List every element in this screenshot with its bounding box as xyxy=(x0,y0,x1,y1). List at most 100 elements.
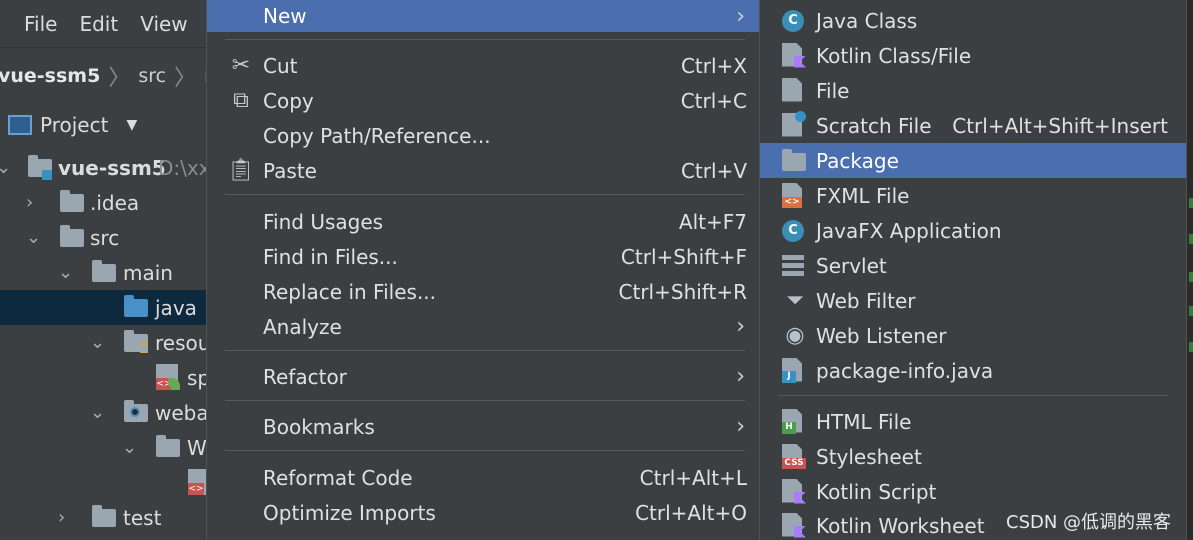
menu-item-bookmarks[interactable]: Bookmarks › xyxy=(207,409,759,444)
submenu-item-package[interactable]: Package xyxy=(760,143,1186,178)
menu-item-shortcut: Ctrl+Alt+L xyxy=(639,465,747,490)
tree-item-java[interactable]: java xyxy=(0,290,210,325)
gutter-marker xyxy=(1189,306,1193,316)
menu-item-refactor[interactable]: Refactor › xyxy=(207,359,759,394)
submenu-item-label: Servlet xyxy=(816,253,887,278)
tree-item-label: .idea xyxy=(90,190,140,215)
css-file-icon: CSS xyxy=(782,443,808,470)
tree-item-spring-xml[interactable]: sp xyxy=(0,360,210,395)
menu-item-cut[interactable]: ✂ Cut Ctrl+X xyxy=(207,48,759,83)
tree-item-path: D:\xx xyxy=(158,155,210,180)
menu-edit[interactable]: Edit xyxy=(79,12,118,36)
submenu-item-kotlin-script[interactable]: Kotlin Script xyxy=(760,474,1186,509)
tree-item-label: vue-ssm5 xyxy=(58,155,166,180)
submenu-item-label: HTML File xyxy=(816,409,912,434)
menu-item-label: Copy xyxy=(263,88,314,113)
submenu-item-label: Kotlin Script xyxy=(816,479,937,504)
tree-item-main[interactable]: ⌄ main xyxy=(0,255,210,290)
submenu-item-stylesheet[interactable]: CSS Stylesheet xyxy=(760,439,1186,474)
package-icon xyxy=(782,148,808,174)
chevron-right-icon: › xyxy=(736,414,745,439)
menu-item-shortcut: Ctrl+Shift+R xyxy=(618,279,747,304)
folder-icon xyxy=(60,190,84,212)
menu-item-find-usages[interactable]: Find Usages Alt+F7 xyxy=(207,204,759,239)
chevron-right-icon[interactable]: › xyxy=(26,192,33,213)
menu-view[interactable]: View xyxy=(140,12,187,36)
submenu-item-label: Kotlin Class/File xyxy=(816,43,972,68)
chevron-down-icon[interactable]: ⌄ xyxy=(122,437,137,458)
menu-item-shortcut: Ctrl+Alt+O xyxy=(635,500,747,525)
gutter-marker xyxy=(1189,342,1193,352)
menu-item-label: Replace in Files... xyxy=(263,279,437,304)
tree-item-project-root[interactable]: ⌄ vue-ssm5 D:\xx xyxy=(0,150,210,185)
folder-icon xyxy=(156,435,180,457)
menu-item-reformat-code[interactable]: Reformat Code Ctrl+Alt+L xyxy=(207,460,759,495)
menu-item-find-in-files[interactable]: Find in Files... Ctrl+Shift+F xyxy=(207,239,759,274)
menu-separator xyxy=(225,39,745,40)
submenu-item-file[interactable]: File xyxy=(760,73,1186,108)
submenu-item-html-file[interactable]: H HTML File xyxy=(760,404,1186,439)
submenu-item-scratch-file[interactable]: Scratch File Ctrl+Alt+Shift+Insert xyxy=(760,108,1186,143)
submenu-item-label: Web Listener xyxy=(816,323,947,348)
scratch-file-icon xyxy=(782,110,808,139)
menu-item-paste[interactable]: 📋︎ Paste Ctrl+V xyxy=(207,153,759,188)
chevron-down-icon[interactable]: ⌄ xyxy=(0,157,11,178)
menu-item-label: Bookmarks xyxy=(263,414,375,439)
filter-icon: ⏷ xyxy=(786,287,804,313)
tree-item-test[interactable]: › test xyxy=(0,500,210,535)
menu-item-copy[interactable]: ⧉ Copy Ctrl+C xyxy=(207,83,759,118)
copy-icon: ⧉ xyxy=(233,88,249,113)
chevron-down-icon[interactable]: ⌄ xyxy=(58,262,73,283)
submenu-item-kotlin-class[interactable]: Kotlin Class/File xyxy=(760,38,1186,73)
menu-item-new[interactable]: New › xyxy=(207,0,759,32)
tree-item-label: resou xyxy=(155,330,210,355)
tree-item-idea[interactable]: › .idea xyxy=(0,185,210,220)
file-icon xyxy=(782,77,808,104)
context-menu: New › ✂ Cut Ctrl+X ⧉ Copy Ctrl+C Copy Pa… xyxy=(206,0,760,540)
submenu-item-shortcut: Ctrl+Alt+Shift+Insert xyxy=(952,113,1168,138)
kotlin-worksheet-icon xyxy=(782,512,808,539)
project-tree: ⌄ vue-ssm5 D:\xx › .idea ⌄ src ⌄ main ja… xyxy=(0,146,210,540)
breadcrumb-src[interactable]: src xyxy=(132,65,172,87)
menu-item-analyze[interactable]: Analyze › xyxy=(207,309,759,344)
menu-item-label: Find Usages xyxy=(263,209,384,234)
submenu-item-web-filter[interactable]: ⏷ Web Filter xyxy=(760,283,1186,318)
gutter-marker xyxy=(1189,234,1193,244)
menu-item-label: Cut xyxy=(263,53,298,78)
submenu-item-package-info[interactable]: J package-info.java xyxy=(760,353,1186,388)
submenu-item-servlet[interactable]: Servlet xyxy=(760,248,1186,283)
caret-down-icon[interactable]: ▼ xyxy=(126,117,137,133)
menu-item-copy-path[interactable]: Copy Path/Reference... xyxy=(207,118,759,153)
tree-item-webapp[interactable]: ⌄ weba xyxy=(0,395,210,430)
menu-item-replace-in-files[interactable]: Replace in Files... Ctrl+Shift+R xyxy=(207,274,759,309)
submenu-item-web-listener[interactable]: ◉ Web Listener xyxy=(760,318,1186,353)
tree-item-resources[interactable]: ⌄ resou xyxy=(0,325,210,360)
menu-item-label: Analyze xyxy=(263,314,342,339)
menu-separator xyxy=(225,400,745,401)
menu-item-label: Reformat Code xyxy=(263,465,413,490)
menu-item-optimize-imports[interactable]: Optimize Imports Ctrl+Alt+O xyxy=(207,495,759,530)
tree-item-label: main xyxy=(123,260,173,285)
submenu-item-java-class[interactable]: C Java Class xyxy=(760,3,1186,38)
project-panel-header[interactable]: Project ▼ xyxy=(0,104,210,146)
project-panel-title: Project xyxy=(40,113,109,137)
menu-separator xyxy=(778,395,1168,396)
tree-item-web-inf[interactable]: ⌄ W xyxy=(0,430,210,465)
menu-item-label: New xyxy=(263,4,307,28)
chevron-right-icon[interactable]: › xyxy=(58,507,65,528)
chevron-right-icon: 〉 xyxy=(108,66,131,91)
main-menubar: File Edit View N xyxy=(0,0,225,48)
menu-item-label: Find in Files... xyxy=(263,244,398,269)
menu-file[interactable]: File xyxy=(24,12,57,36)
chevron-down-icon[interactable]: ⌄ xyxy=(90,402,105,423)
submenu-item-javafx-application[interactable]: C JavaFX Application xyxy=(760,213,1186,248)
submenu-item-label: Java Class xyxy=(816,8,918,33)
folder-icon xyxy=(60,225,84,247)
chevron-down-icon[interactable]: ⌄ xyxy=(26,227,41,248)
chevron-down-icon[interactable]: ⌄ xyxy=(90,332,105,353)
breadcrumb-project[interactable]: vue-ssm5 xyxy=(0,65,106,87)
tree-item-web-xml[interactable] xyxy=(0,465,210,500)
menu-separator xyxy=(225,194,745,195)
submenu-item-fxml-file[interactable]: <> FXML File xyxy=(760,178,1186,213)
tree-item-src[interactable]: ⌄ src xyxy=(0,220,210,255)
